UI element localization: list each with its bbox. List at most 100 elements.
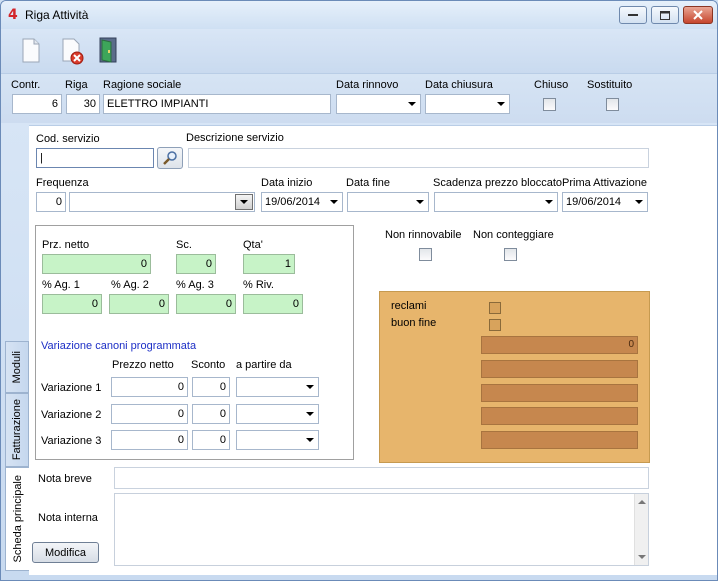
variazione-2-label: Variazione 2 <box>41 409 102 421</box>
chevron-down-icon <box>497 102 505 106</box>
modifica-button[interactable]: Modifica <box>32 542 99 563</box>
descrizione-servizio-field[interactable] <box>188 148 649 168</box>
reclami-checkbox[interactable] <box>489 302 501 314</box>
buon-fine-label: buon fine <box>391 317 437 329</box>
data-chiusura-select[interactable] <box>425 94 510 114</box>
sconto-label: Sc. <box>176 239 192 251</box>
qta-label: Qta' <box>243 239 263 251</box>
header-strip: Contr. Riga Ragione sociale Data rinnovo… <box>1 73 717 123</box>
chevron-down-icon <box>306 438 314 442</box>
data-inizio-value: 19/06/2014 <box>265 196 321 208</box>
variazione-1-prezzo[interactable]: 0 <box>111 377 188 397</box>
prz-netto-field[interactable]: 0 <box>42 254 151 274</box>
extra-field-5[interactable] <box>481 431 638 449</box>
ag2-label: % Ag. 2 <box>111 279 149 291</box>
prima-attivazione-value: 19/06/2014 <box>566 196 622 208</box>
maximize-button[interactable] <box>651 6 679 24</box>
data-rinnovo-select[interactable] <box>336 94 421 114</box>
chevron-down-icon <box>240 200 248 204</box>
delete-document-button[interactable] <box>57 35 87 65</box>
ag3-field[interactable]: 0 <box>176 294 236 314</box>
scadenza-prezzo-select[interactable] <box>434 192 558 212</box>
nota-interna-textarea[interactable] <box>114 493 649 566</box>
scroll-down-icon <box>638 555 646 559</box>
toolbar <box>1 29 717 73</box>
extra-field-1[interactable]: 0 <box>481 336 638 354</box>
variazione-3-prezzo[interactable]: 0 <box>111 430 188 450</box>
tab-moduli[interactable]: Moduli <box>5 341 29 393</box>
sostituito-label: Sostituito <box>587 79 633 91</box>
variazione-1-data[interactable] <box>236 377 319 397</box>
col-sconto: Sconto <box>191 359 226 371</box>
exit-door-icon <box>99 37 117 63</box>
variazione-2-sconto[interactable]: 0 <box>192 404 230 424</box>
scadenza-prezzo-label: Scadenza prezzo bloccato <box>433 177 563 189</box>
data-rinnovo-label: Data rinnovo <box>336 79 399 91</box>
frequenza-select[interactable] <box>69 192 255 212</box>
exit-door-button[interactable] <box>95 35 125 65</box>
chevron-down-icon <box>635 200 643 204</box>
variazione-2-prezzo[interactable]: 0 <box>111 404 188 424</box>
search-button[interactable] <box>157 147 183 169</box>
cod-servizio-label: Cod. servizio <box>36 133 100 145</box>
non-conteggiare-checkbox[interactable] <box>504 248 517 261</box>
prima-attivazione-select[interactable]: 19/06/2014 <box>562 192 648 212</box>
chevron-down-icon <box>545 200 553 204</box>
close-button[interactable] <box>683 6 713 24</box>
search-icon <box>163 151 177 165</box>
extra-field-4[interactable] <box>481 407 638 425</box>
riga-field[interactable]: 30 <box>66 94 100 114</box>
nota-interna-label: Nota interna <box>38 512 98 524</box>
sconto-field[interactable]: 0 <box>176 254 216 274</box>
non-rinnovabile-checkbox[interactable] <box>419 248 432 261</box>
data-inizio-label: Data inizio <box>261 177 313 189</box>
variazione-3-data[interactable] <box>236 430 319 450</box>
tab-moduli-label: Moduli <box>11 350 23 384</box>
frequenza-dropdown-button[interactable] <box>235 194 253 210</box>
ragione-sociale-field[interactable]: ELETTRO IMPIANTI <box>103 94 331 114</box>
variazione-2-data[interactable] <box>236 404 319 424</box>
chiuso-checkbox[interactable] <box>543 98 556 111</box>
variazione-title: Variazione canoni programmata <box>41 340 197 352</box>
extra-field-2[interactable] <box>481 360 638 378</box>
riga-label: Riga <box>65 79 88 91</box>
extra-field-3[interactable] <box>481 384 638 402</box>
scroll-up-icon <box>638 500 646 504</box>
variazione-3-label: Variazione 3 <box>41 435 102 447</box>
data-fine-select[interactable] <box>347 192 429 212</box>
data-inizio-select[interactable]: 19/06/2014 <box>261 192 343 212</box>
qta-field[interactable]: 1 <box>243 254 295 274</box>
ag2-field[interactable]: 0 <box>109 294 169 314</box>
non-rinnovabile-label: Non rinnovabile <box>385 229 462 241</box>
variazione-1-sconto[interactable]: 0 <box>192 377 230 397</box>
vertical-tabs: Moduli Fatturazione Scheda principale <box>5 341 29 576</box>
chevron-down-icon <box>306 385 314 389</box>
minimize-icon <box>628 14 638 16</box>
prz-netto-label: Prz. netto <box>42 239 90 251</box>
delete-document-icon <box>62 38 84 65</box>
variazione-3-sconto[interactable]: 0 <box>192 430 230 450</box>
cod-servizio-input[interactable]: | <box>36 148 154 168</box>
riv-label: % Riv. <box>243 279 274 291</box>
contr-label: Contr. <box>11 79 41 91</box>
frequenza-number-field[interactable]: 0 <box>36 192 66 212</box>
riv-field[interactable]: 0 <box>243 294 303 314</box>
ag3-label: % Ag. 3 <box>176 279 214 291</box>
maximize-icon <box>660 10 670 20</box>
new-document-button[interactable] <box>15 35 45 65</box>
new-document-icon <box>22 38 40 63</box>
tab-scheda-principale[interactable]: Scheda principale <box>5 467 29 571</box>
nota-interna-scrollbar[interactable] <box>634 494 648 565</box>
buon-fine-checkbox[interactable] <box>489 319 501 331</box>
nota-breve-field[interactable] <box>114 467 649 489</box>
contr-field[interactable]: 6 <box>12 94 62 114</box>
tab-fatturazione[interactable]: Fatturazione <box>5 393 29 467</box>
minimize-button[interactable] <box>619 6 647 24</box>
nota-breve-label: Nota breve <box>38 473 92 485</box>
reclami-label: reclami <box>391 300 427 312</box>
sostituito-checkbox[interactable] <box>606 98 619 111</box>
ag1-field[interactable]: 0 <box>42 294 102 314</box>
window-title: Riga Attività <box>25 8 89 22</box>
prima-attivazione-label: Prima Attivazione <box>562 177 647 189</box>
tab-fatturazione-label: Fatturazione <box>11 399 23 461</box>
